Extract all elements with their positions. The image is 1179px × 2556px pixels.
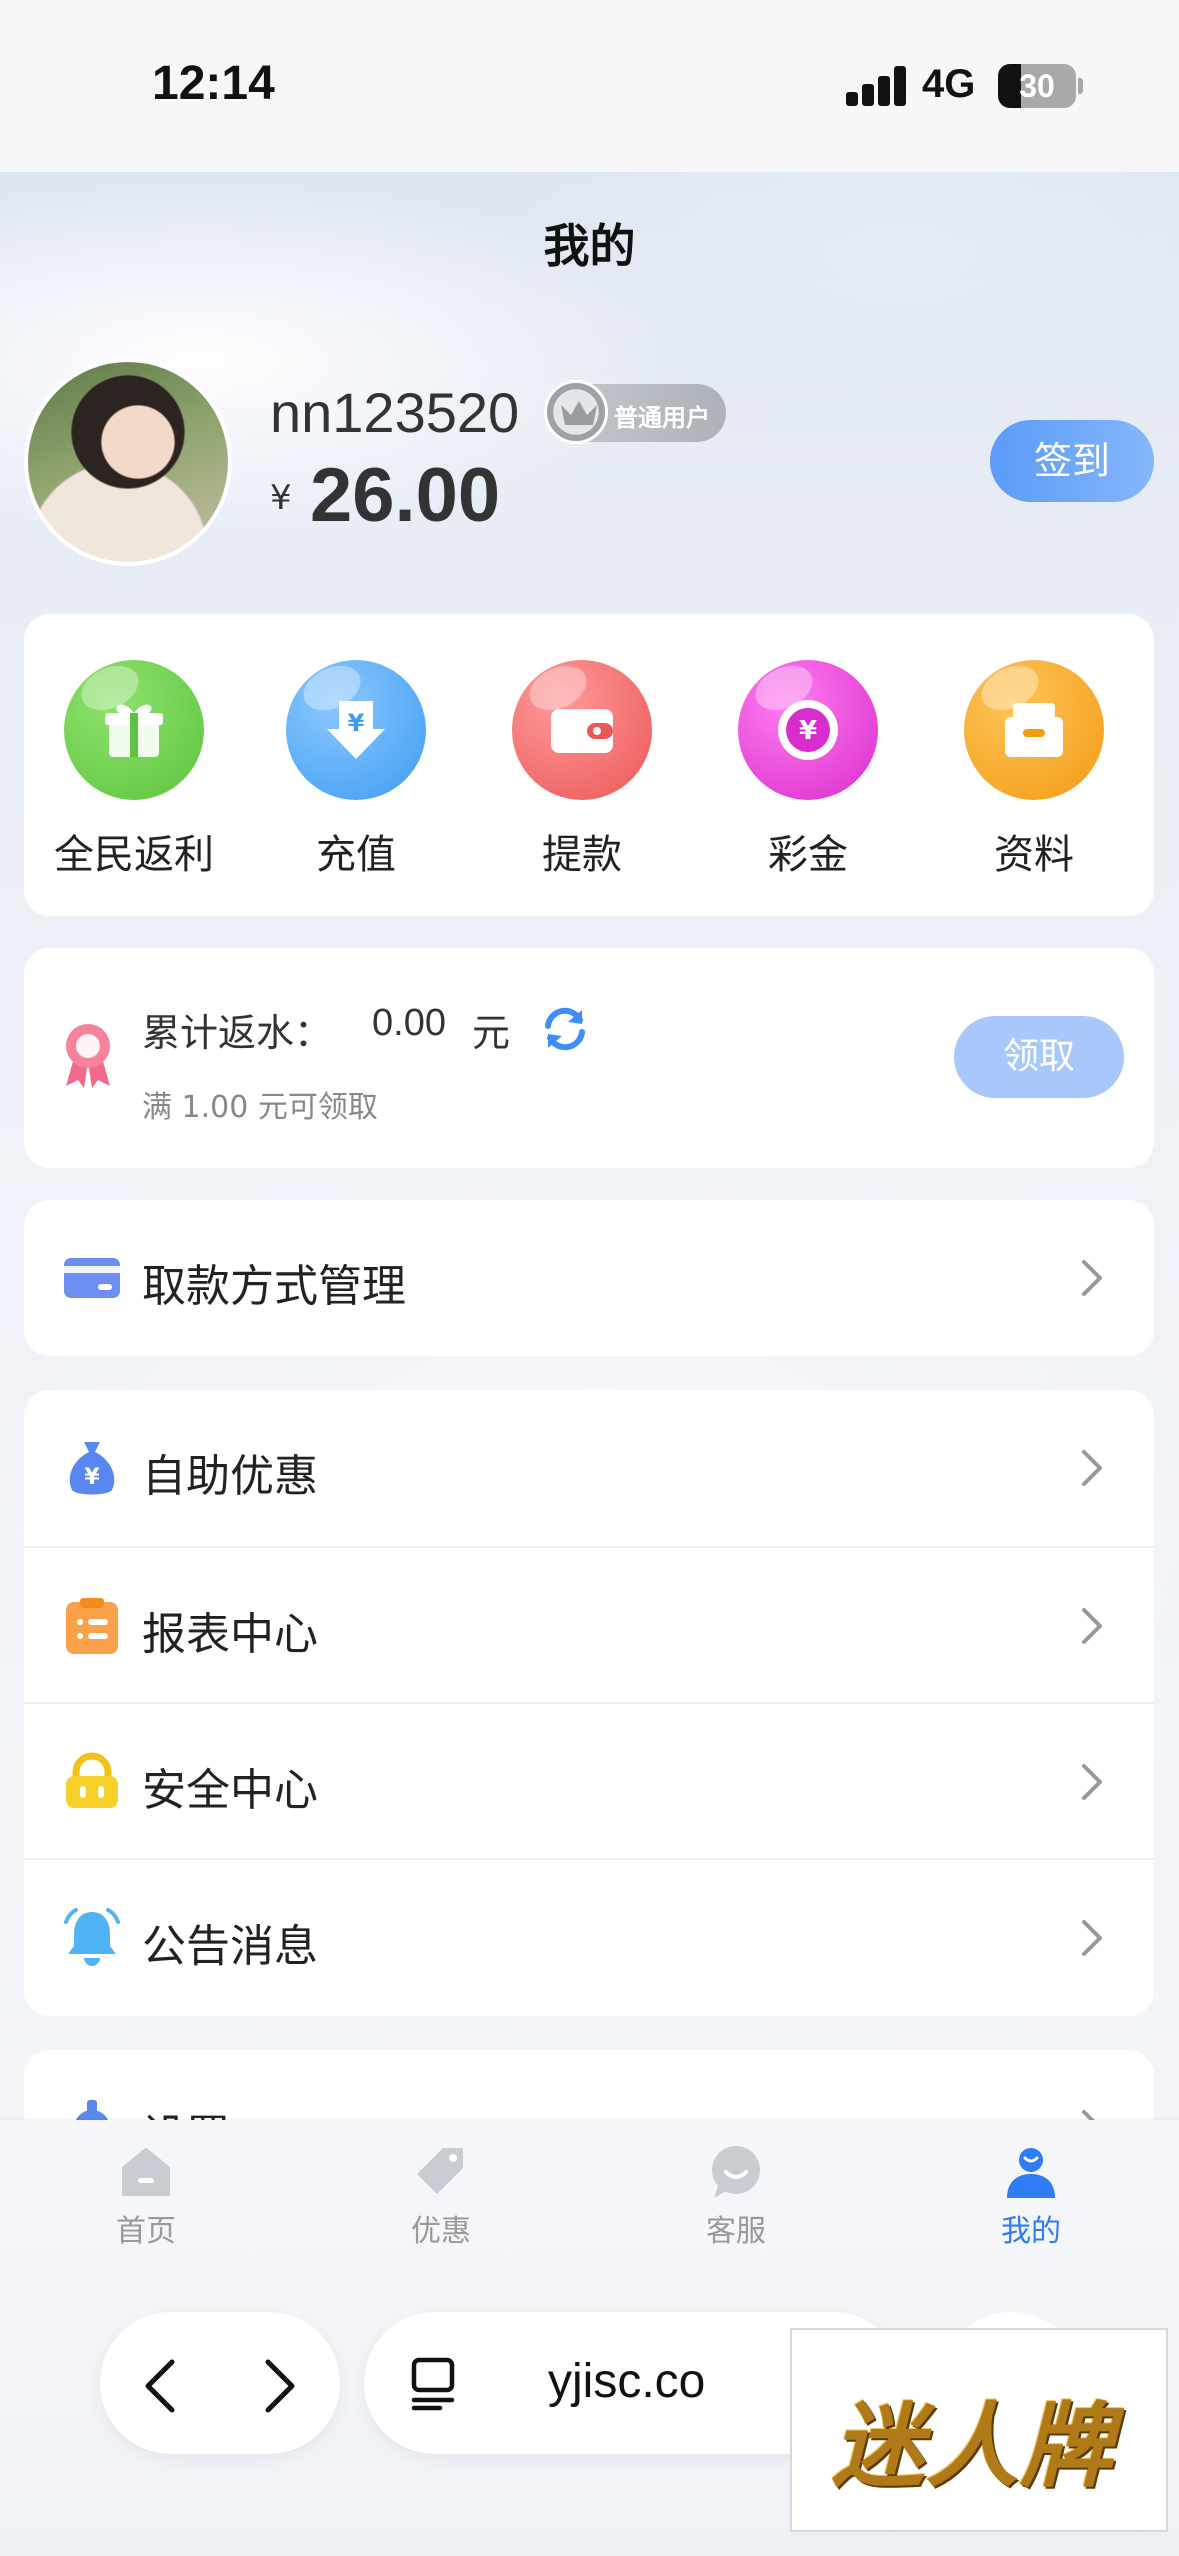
user-icon: [1007, 2148, 1055, 2198]
quick-action-label: 资料: [994, 832, 1074, 878]
battery-icon: 30: [998, 64, 1076, 108]
menu-item-label: 取款方式管理: [142, 1261, 406, 1312]
network-type: 4G: [922, 62, 976, 106]
tag-icon: [417, 2148, 463, 2194]
quick-actions-card: 全民返利 ¥ 充值 提款 ¥ 彩金 资料: [24, 614, 1154, 916]
money-bag-icon: ¥: [62, 1438, 122, 1498]
username: nn123520: [270, 381, 520, 444]
page-menu-icon[interactable]: [410, 2356, 462, 2416]
menu-card: ¥ 自助优惠 报表中心 安全中心 公告消息: [24, 1390, 1154, 2016]
lock-icon: [62, 1752, 122, 1812]
status-time: 12:14: [152, 57, 275, 110]
balance-amount: 26.00: [310, 453, 501, 538]
home-icon: [122, 2148, 170, 2196]
menu-item-label: 安全中心: [142, 1765, 318, 1816]
box-icon: [964, 660, 1104, 800]
menu-item-label: 公告消息: [142, 1921, 318, 1972]
refresh-icon[interactable]: [540, 1004, 590, 1058]
quick-action-label: 充值: [316, 832, 396, 878]
gift-icon: [64, 660, 204, 800]
quick-action-withdraw[interactable]: 提款: [482, 660, 682, 880]
menu-item-self-promotion[interactable]: ¥ 自助优惠: [24, 1390, 1154, 1546]
chevron-right-icon: [1080, 1918, 1104, 1962]
quick-action-rebate[interactable]: 全民返利: [34, 660, 234, 880]
watermark-logo: 迷人牌: [790, 2328, 1168, 2532]
back-icon[interactable]: [140, 2358, 180, 2418]
quick-action-bonus[interactable]: ¥ 彩金: [708, 660, 908, 880]
signin-button[interactable]: 签到: [990, 420, 1154, 502]
chevron-right-icon: [1080, 1448, 1104, 1492]
rebate-hint: 满 1.00 元可领取: [142, 1090, 378, 1125]
menu-item-reports[interactable]: 报表中心: [24, 1546, 1154, 1702]
tab-promotions[interactable]: 优惠: [341, 2144, 541, 2250]
currency-symbol: ¥: [270, 478, 292, 518]
payment-method-card: 取款方式管理: [24, 1200, 1154, 1356]
award-ribbon-icon: [60, 1022, 116, 1092]
tab-mine[interactable]: 我的: [931, 2144, 1131, 2250]
wallet-icon: [512, 660, 652, 800]
watermark-text: 迷人牌: [832, 2392, 1115, 2500]
page-title: 我的: [543, 219, 636, 273]
svg-text:¥: ¥: [348, 709, 365, 737]
user-level-label: 普通用户: [614, 404, 710, 432]
tab-label: 优惠: [411, 2214, 471, 2249]
tab-label: 我的: [1001, 2214, 1061, 2249]
claim-button[interactable]: 领取: [954, 1016, 1124, 1098]
bell-icon: [62, 1908, 122, 1968]
tab-home[interactable]: 首页: [46, 2144, 246, 2250]
svg-text:¥: ¥: [799, 716, 817, 746]
menu-item-payment-methods[interactable]: 取款方式管理: [24, 1200, 1154, 1356]
tab-label: 客服: [706, 2214, 766, 2249]
menu-item-label: 自助优惠: [142, 1451, 318, 1502]
chat-icon: [712, 2146, 760, 2198]
quick-action-label: 提款: [542, 832, 622, 878]
rebate-label: 累计返水：: [142, 1011, 333, 1055]
battery-tip: [1078, 78, 1083, 94]
deposit-icon: ¥: [286, 660, 426, 800]
avatar[interactable]: [24, 358, 232, 566]
chevron-right-icon: [1080, 1606, 1104, 1650]
crown-icon: [544, 380, 608, 444]
rebate-amount: 0.00: [372, 1002, 446, 1044]
chevron-right-icon: [1080, 1258, 1104, 1302]
battery-level: 30: [1019, 68, 1055, 104]
tab-support[interactable]: 客服: [636, 2144, 836, 2250]
forward-icon[interactable]: [260, 2358, 300, 2418]
menu-item-announcements[interactable]: 公告消息: [24, 1858, 1154, 2014]
tab-label: 首页: [116, 2214, 176, 2249]
rebate-unit: 元: [472, 1011, 511, 1055]
quick-action-deposit[interactable]: ¥ 充值: [256, 660, 456, 880]
browser-nav-controls: [100, 2312, 340, 2454]
chevron-right-icon: [1080, 1762, 1104, 1806]
clipboard-icon: [62, 1596, 122, 1656]
bonus-coin-icon: ¥: [738, 660, 878, 800]
signal-icon: [846, 66, 906, 106]
status-bar: 12:14 4G 30: [0, 0, 1179, 172]
url-text: yjisc.co: [548, 2355, 706, 2408]
card-icon: [62, 1248, 122, 1308]
quick-action-label: 彩金: [768, 832, 848, 878]
svg-text:¥: ¥: [84, 1465, 100, 1490]
rebate-card: 累计返水： 0.00 元 满 1.00 元可领取 领取: [24, 948, 1154, 1168]
user-level-badge: 普通用户: [544, 380, 726, 444]
quick-action-label: 全民返利: [54, 832, 214, 878]
menu-item-security[interactable]: 安全中心: [24, 1702, 1154, 1858]
menu-item-label: 报表中心: [142, 1609, 318, 1660]
quick-action-info[interactable]: 资料: [934, 660, 1134, 880]
